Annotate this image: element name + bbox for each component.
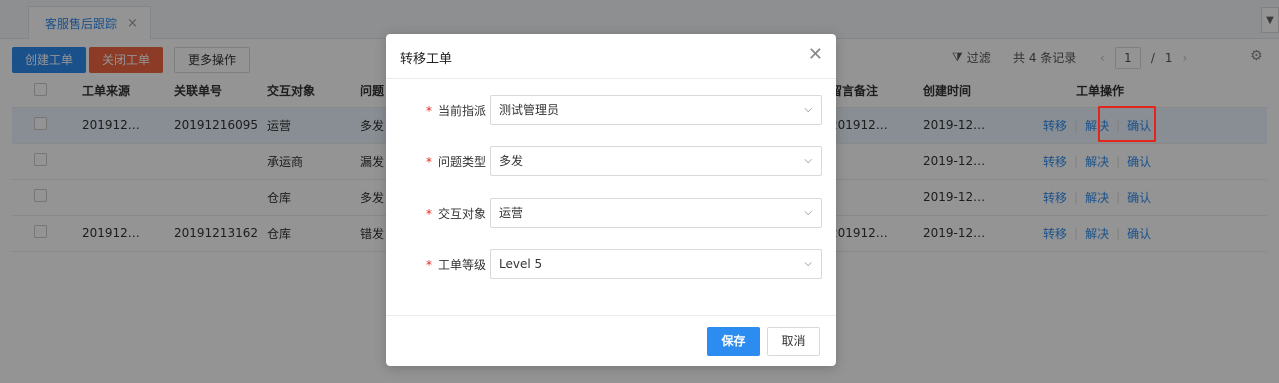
target-select[interactable]: 运营 ⌵ [490,198,822,228]
save-button[interactable]: 保存 [707,327,760,356]
issue-type-select[interactable]: 多发 ⌵ [490,146,822,176]
form-row-issue-type: * 问题类型 多发 ⌵ [386,146,836,176]
close-icon[interactable]: ✕ [808,44,823,65]
cancel-button[interactable]: 取消 [767,327,820,356]
select-value: Level 5 [499,257,543,271]
select-value: 测试管理员 [499,103,560,117]
transfer-ticket-dialog: 转移工单 ✕ * 当前指派 测试管理员 ⌵ * 问题类型 多发 ⌵ * 交互对象 运营… [386,34,836,366]
required-mark: * [425,104,432,118]
form-row-target: * 交互对象 运营 ⌵ [386,198,836,228]
select-value: 运营 [499,206,524,220]
level-select[interactable]: Level 5 ⌵ [490,249,822,279]
field-label: * 工单等级 [425,258,486,272]
field-label: * 问题类型 [425,155,486,169]
form-row-assignee: * 当前指派 测试管理员 ⌵ [386,95,836,125]
dialog-footer: 保存 取消 [386,315,836,366]
form-row-level: * 工单等级 Level 5 ⌵ [386,249,836,279]
required-mark: * [425,258,432,272]
dialog-header: 转移工单 ✕ [386,34,836,79]
field-label: * 交互对象 [425,207,486,221]
select-value: 多发 [499,154,524,168]
field-label: * 当前指派 [425,104,486,118]
chevron-down-icon: ⌵ [804,207,812,218]
dialog-title: 转移工单 [400,52,453,67]
required-mark: * [425,155,432,169]
assignee-select[interactable]: 测试管理员 ⌵ [490,95,822,125]
chevron-down-icon: ⌵ [804,258,812,269]
chevron-down-icon: ⌵ [804,104,812,115]
required-mark: * [425,207,432,221]
chevron-down-icon: ⌵ [804,155,812,166]
highlight-box [1098,106,1156,142]
